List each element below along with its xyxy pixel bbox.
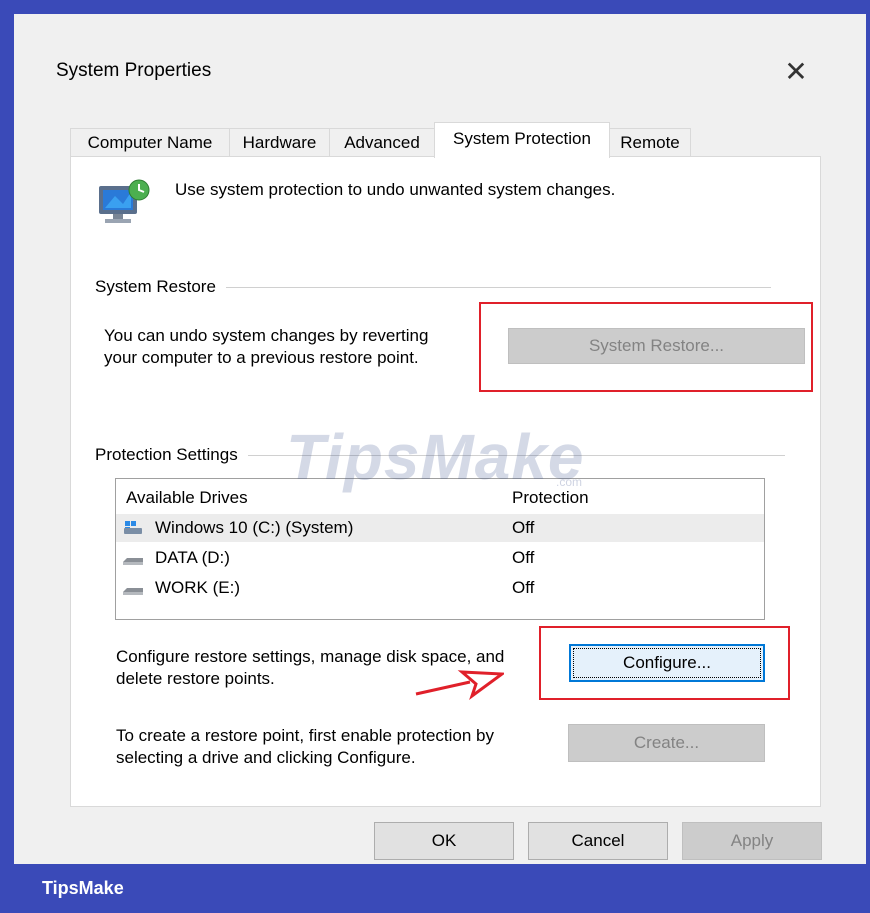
- system-restore-description-line1: You can undo system changes by reverting: [104, 326, 429, 345]
- dialog-title: System Properties: [56, 60, 212, 81]
- drive-name-c: Windows 10 (C:) (System): [155, 518, 354, 537]
- configure-description-line2: delete restore points.: [116, 669, 275, 688]
- ok-button[interactable]: OK: [374, 822, 514, 860]
- apply-button[interactable]: Apply: [682, 822, 822, 860]
- intro-text: Use system protection to undo unwanted s…: [175, 180, 616, 199]
- system-restore-button[interactable]: System Restore...: [508, 328, 805, 364]
- tab-system-protection[interactable]: System Protection: [434, 122, 610, 158]
- watermark-suffix: .com: [556, 475, 583, 489]
- frame-top-border: [0, 0, 870, 14]
- drive-name-e: WORK (E:): [155, 578, 240, 597]
- drive-protection-c: Off: [512, 518, 535, 537]
- drive-name-d: DATA (D:): [155, 548, 230, 567]
- drive-protection-e: Off: [512, 578, 535, 597]
- brand-bar: TipsMake: [0, 864, 870, 913]
- create-description-line1: To create a restore point, first enable …: [116, 726, 494, 745]
- protection-settings-group-label: Protection Settings: [95, 445, 248, 465]
- red-arrow-icon: [415, 670, 504, 700]
- close-icon[interactable]: ✕: [778, 54, 814, 90]
- hard-drive-icon: [123, 588, 143, 595]
- frame-right-border: [866, 0, 870, 913]
- configure-button-label: Configure...: [623, 653, 711, 672]
- tab-advanced[interactable]: Advanced: [329, 128, 435, 156]
- create-button[interactable]: Create...: [568, 724, 765, 762]
- column-header-available-drives[interactable]: Available Drives: [126, 488, 248, 508]
- system-restore-description-line2: your computer to a previous restore poin…: [104, 348, 419, 367]
- column-header-protection[interactable]: Protection: [512, 488, 589, 508]
- frame-left-border: [0, 0, 14, 913]
- tab-computer-name[interactable]: Computer Name: [70, 128, 230, 156]
- configure-button[interactable]: Configure...: [569, 644, 765, 682]
- tab-remote[interactable]: Remote: [609, 128, 691, 156]
- create-description-line2: selecting a drive and clicking Configure…: [116, 748, 416, 767]
- system-restore-group-label: System Restore: [95, 277, 226, 297]
- tab-hardware[interactable]: Hardware: [229, 128, 330, 156]
- cancel-button[interactable]: Cancel: [528, 822, 668, 860]
- drive-protection-d: Off: [512, 548, 535, 567]
- system-protection-monitor-icon: [99, 179, 150, 223]
- hard-drive-icon: [123, 558, 143, 565]
- configure-description-line1: Configure restore settings, manage disk …: [116, 647, 505, 666]
- windows-drive-icon: [124, 521, 142, 534]
